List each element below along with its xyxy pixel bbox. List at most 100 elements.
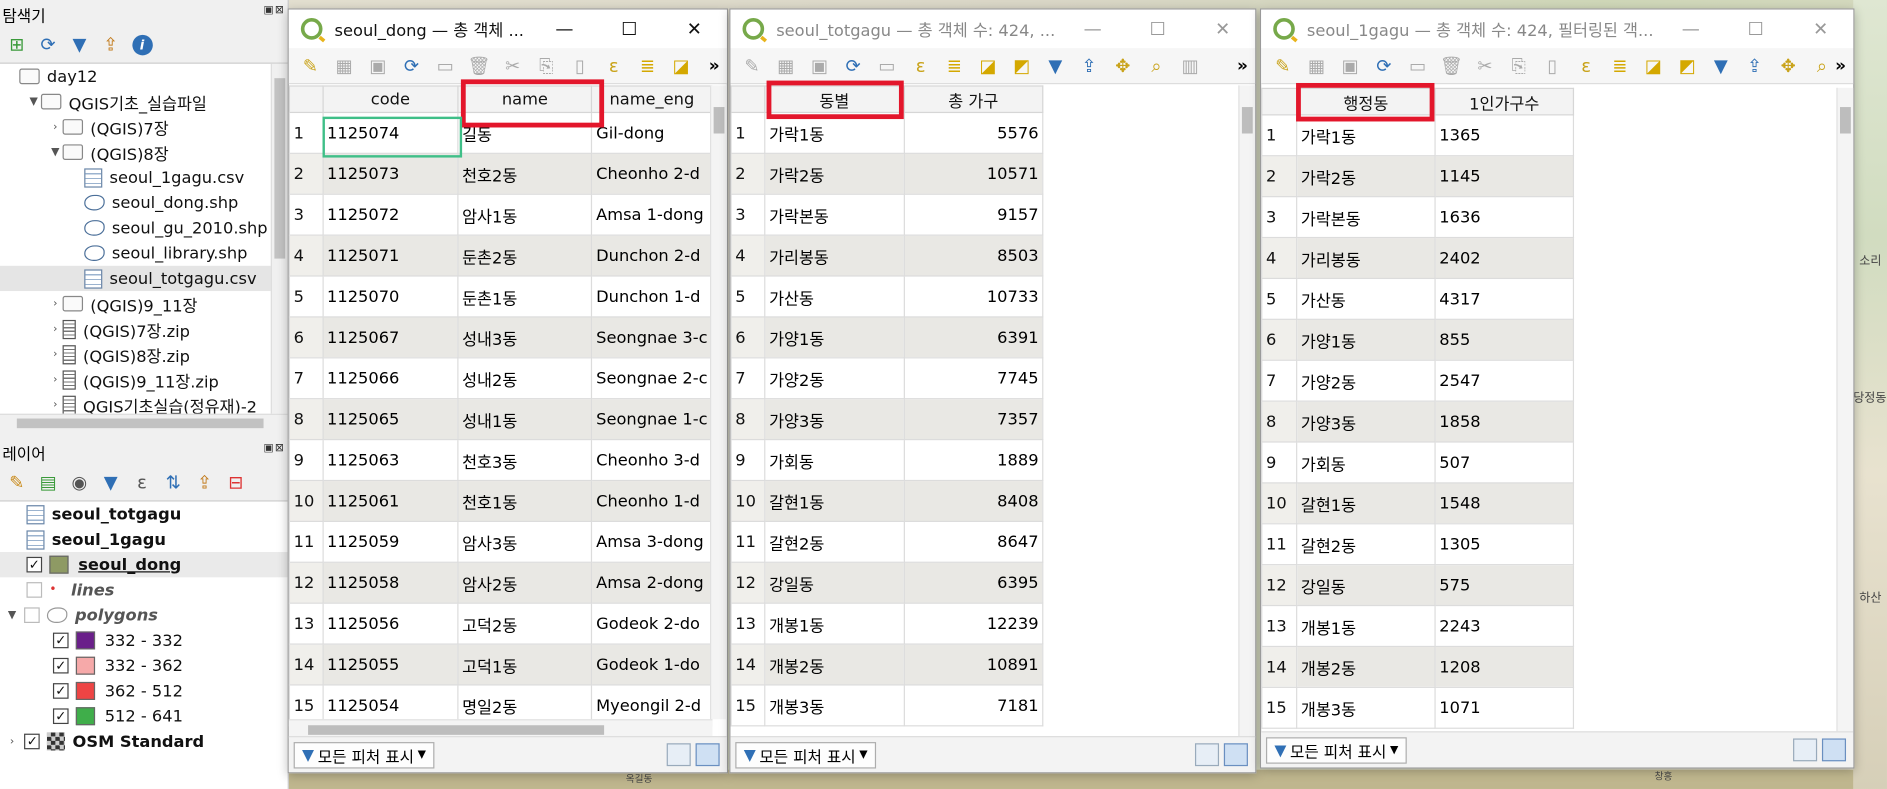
deselect-icon[interactable]: ◩ [1007,54,1036,78]
table-cell[interactable]: 가양3동 [764,398,905,441]
table-cell[interactable]: 8647 [903,520,1044,563]
table-scrollbar[interactable] [710,85,727,720]
browser-tree-item[interactable]: seoul_totgagu.csv [0,265,288,292]
browser-tree-item[interactable]: day12 [0,64,288,89]
row-number[interactable]: 11 [288,520,324,563]
row-number[interactable]: 3 [1261,196,1298,239]
invert-selection-icon[interactable]: ◪ [1639,54,1668,78]
toggle-edit-icon[interactable]: ✎ [296,54,325,78]
table-cell[interactable]: 개봉2동 [764,643,905,686]
expand-arrow-icon[interactable]: › [48,298,62,310]
row-number[interactable]: 10 [288,479,324,522]
table-cell[interactable]: 1889 [903,438,1044,482]
table-cell[interactable]: 가산동 [1296,277,1436,320]
table-cell[interactable]: Godeok 1-do [591,643,713,686]
table-cell[interactable]: 12239 [903,602,1044,645]
table-cell[interactable]: 가회동 [764,438,905,482]
row-number[interactable]: 10 [730,479,766,522]
expand-all-icon[interactable]: ⇅ [161,470,185,494]
row-number[interactable]: 2 [1261,155,1298,198]
table-cell[interactable]: 1305 [1434,523,1575,566]
row-number[interactable]: 11 [730,520,766,563]
table-cell[interactable]: 가양2동 [1296,359,1436,402]
table-cell[interactable]: 855 [1434,318,1575,361]
row-number[interactable]: 6 [288,316,324,359]
layer-visibility-checkbox[interactable]: ✓ [24,733,41,750]
row-number[interactable]: 14 [288,643,324,686]
add-group-icon[interactable]: ▤ [36,470,60,494]
row-number[interactable]: 7 [1261,359,1298,402]
expand-arrow-icon[interactable]: › [48,348,62,360]
table-cell[interactable]: 7357 [903,398,1044,441]
row-number[interactable]: 5 [288,275,324,318]
table-view-icon[interactable] [1223,743,1248,767]
attribute-table[interactable]: 동별 총 가구 1 가락1동 5576 2 가락2동 10571 3 가락본동 9157 4 가리봉동 8… [730,85,1044,727]
row-number[interactable]: 8 [288,398,324,441]
table-cell[interactable]: 10733 [903,275,1044,318]
table-cell[interactable]: 개봉1동 [1296,604,1436,648]
minimize-icon[interactable]: — [532,10,597,48]
table-row[interactable]: 14 개봉2동 10891 [730,643,1044,686]
table-cell[interactable]: 천호2동 [457,152,593,195]
maximize-icon[interactable]: ☐ [1125,10,1190,48]
minimize-icon[interactable]: — [1658,10,1723,48]
browser-tree-item[interactable]: seoul_gu_2010.shp [0,215,288,240]
table-cell[interactable]: Seongnae 1-c [591,398,713,441]
table-cell[interactable]: 2547 [1434,359,1575,402]
row-number[interactable]: 14 [730,643,766,686]
table-row[interactable]: 12 강일동 575 [1261,564,1575,607]
table-cell[interactable]: 가양2동 [764,357,905,400]
layer-visibility-checkbox[interactable]: ✓ [26,556,43,573]
table-cell[interactable]: 고덕2동 [457,602,593,645]
table-cell[interactable]: 가리봉동 [764,234,905,277]
table-cell[interactable]: 둔촌1동 [457,275,593,318]
table-row[interactable]: 12 강일동 6395 [730,561,1044,604]
table-cell[interactable]: 1125072 [322,193,459,236]
row-number[interactable]: 12 [730,561,766,604]
window-titlebar[interactable]: seoul_totgagu — 총 객체 수: 424, ... — ☐ ✕ [730,9,1256,49]
expand-arrow-icon[interactable]: › [48,121,62,133]
table-view-icon[interactable] [1821,738,1847,762]
browser-tree-item[interactable]: › (QGIS)8장.zip [0,342,288,367]
close-icon[interactable]: ✕ [1190,10,1255,48]
layer-visibility-checkbox[interactable]: ✓ [52,708,69,725]
row-number[interactable]: 5 [1261,277,1298,320]
collapse-all-icon[interactable]: ⇪ [193,470,217,494]
table-cell[interactable]: 1125056 [322,602,459,645]
table-cell[interactable]: 갈현1동 [764,479,905,522]
table-cell[interactable]: 1125059 [322,520,459,563]
row-number[interactable]: 14 [1261,645,1298,688]
add-layer-icon[interactable]: ⊞ [5,32,29,56]
table-cell[interactable]: 1365 [1434,114,1575,157]
layer-item[interactable]: ✓ 362 - 512 [0,678,288,703]
table-cell[interactable]: Cheonho 3-d [591,438,713,482]
table-row[interactable]: 13 개봉1동 2243 [1261,604,1575,648]
layer-visibility-checkbox[interactable] [26,582,43,598]
toolbar-overflow-icon[interactable]: » [1835,56,1846,75]
row-number[interactable]: 5 [730,275,766,318]
layer-visibility-checkbox[interactable] [24,607,41,623]
eye-icon[interactable]: ◉ [67,470,91,494]
table-row[interactable]: 9 가회동 507 [1261,441,1575,484]
table-row[interactable]: 2 가락2동 10571 [730,152,1044,195]
table-row[interactable]: 11 갈현2동 1305 [1261,523,1575,566]
browser-tree-item[interactable]: › (QGIS)9_11장 [0,291,288,316]
table-cell[interactable]: 2243 [1434,604,1575,648]
filter-legend-icon[interactable]: ▼ [99,470,123,494]
table-row[interactable]: 3 가락본동 1636 [1261,196,1575,239]
expand-arrow-icon[interactable]: › [48,323,62,335]
table-cell[interactable]: 개봉3동 [1296,686,1436,729]
close-icon[interactable]: ✕ [1788,10,1853,48]
table-row[interactable]: 2 가락2동 1145 [1261,155,1575,198]
window-titlebar[interactable]: seoul_dong — 총 객체 ... — ☐ ✕ [288,9,727,49]
pan-to-selection-icon[interactable]: ✥ [1774,54,1803,78]
layer-item[interactable]: • lines [0,577,288,602]
row-number[interactable]: 3 [288,193,324,236]
column-header[interactable]: 총 가구 [903,85,1044,114]
row-number[interactable]: 7 [730,357,766,400]
toolbar-overflow-icon[interactable]: » [709,56,720,75]
table-cell[interactable]: 1125055 [322,643,459,686]
column-header[interactable]: 1인가구수 [1434,87,1575,116]
row-number[interactable]: 13 [730,602,766,645]
table-row[interactable]: 15 개봉3동 1071 [1261,686,1575,729]
